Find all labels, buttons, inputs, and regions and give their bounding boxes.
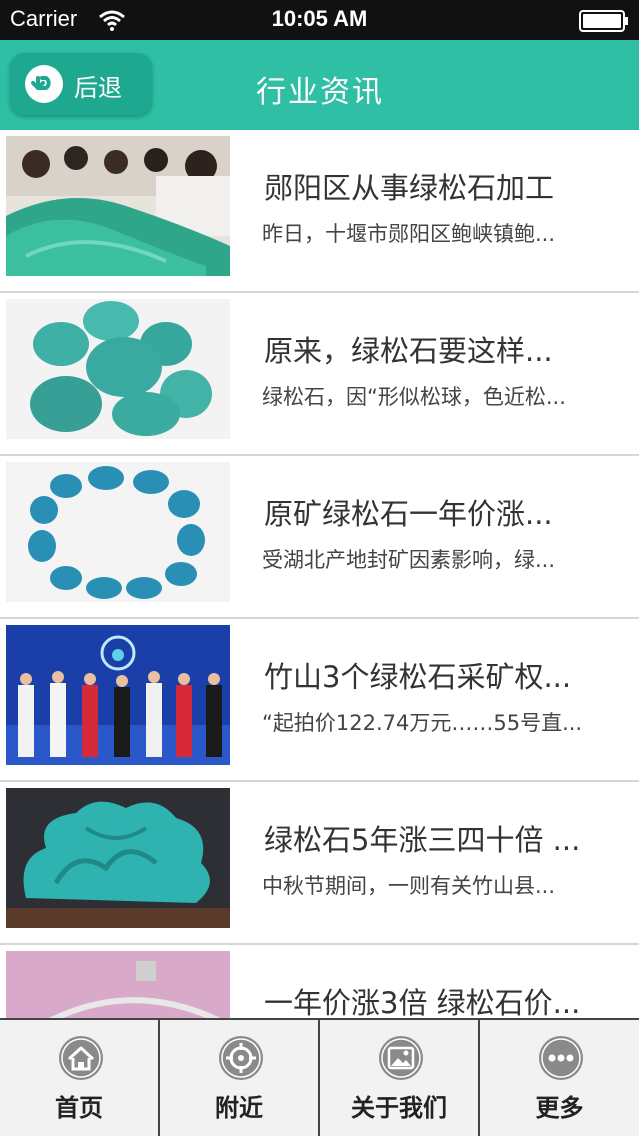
tab-label: 关于我们 (351, 1094, 447, 1122)
tab-home[interactable]: 首页 (0, 1020, 160, 1136)
tab-bar: 首页 附近 关于我们 更多 (0, 1018, 639, 1136)
tab-about-us[interactable]: 关于我们 (320, 1020, 480, 1136)
news-thumbnail (6, 951, 230, 1018)
news-title: 竹山3个绿松石采矿权... (264, 660, 572, 694)
news-thumbnail (6, 136, 230, 276)
news-thumbnail (6, 462, 230, 602)
news-summary: 中秋节期间，一则有关竹山县... (262, 874, 556, 898)
news-thumbnail (6, 299, 230, 439)
news-thumbnail (6, 625, 230, 765)
news-list[interactable]: 郧阳区从事绿松石加工 昨日，十堰市郧阳区鲍峡镇鲍... 原来，绿松石要这样...… (0, 130, 639, 1018)
news-thumbnail (6, 788, 230, 928)
image-icon (379, 1036, 423, 1080)
news-summary: “起拍价122.74万元……55号直... (262, 711, 583, 735)
news-item[interactable]: 竹山3个绿松石采矿权... “起拍价122.74万元……55号直... (0, 619, 639, 782)
news-title: 绿松石5年涨三四十倍 ... (264, 823, 581, 857)
news-item[interactable]: 一年价涨3倍 绿松石价... (0, 945, 639, 1018)
status-bar: Carrier 10:05 AM (0, 0, 639, 40)
news-title: 一年价涨3倍 绿松石价... (264, 986, 581, 1018)
back-label: 后退 (74, 74, 122, 102)
more-icon (539, 1036, 583, 1080)
home-icon (59, 1036, 103, 1080)
news-summary: 受湖北产地封矿因素影响，绿... (262, 548, 556, 572)
back-button[interactable]: 后退 (10, 53, 152, 115)
battery-icon (579, 10, 628, 32)
tab-nearby[interactable]: 附近 (160, 1020, 320, 1136)
news-item[interactable]: 郧阳区从事绿松石加工 昨日，十堰市郧阳区鲍峡镇鲍... (0, 130, 639, 293)
tab-more[interactable]: 更多 (480, 1020, 639, 1136)
tab-label: 更多 (535, 1094, 584, 1122)
news-item[interactable]: 原来，绿松石要这样... 绿松石，因“形似松球，色近松... (0, 293, 639, 456)
news-title: 郧阳区从事绿松石加工 (264, 171, 555, 205)
nav-bar: 后退 行业资讯 (0, 40, 639, 130)
news-title: 原来，绿松石要这样... (264, 334, 553, 368)
news-title: 原矿绿松石一年价涨... (264, 497, 553, 531)
news-summary: 绿松石，因“形似松球，色近松... (262, 385, 566, 409)
page-title: 行业资讯 (256, 75, 384, 110)
news-item[interactable]: 原矿绿松石一年价涨... 受湖北产地封矿因素影响，绿... (0, 456, 639, 619)
news-summary: 昨日，十堰市郧阳区鲍峡镇鲍... (262, 222, 556, 246)
tab-label: 首页 (55, 1094, 103, 1122)
news-item[interactable]: 绿松石5年涨三四十倍 ... 中秋节期间，一则有关竹山县... (0, 782, 639, 945)
tab-label: 附近 (215, 1094, 263, 1122)
target-icon (219, 1036, 263, 1080)
status-time: 10:05 AM (271, 6, 368, 31)
back-arrow-icon (25, 65, 63, 103)
